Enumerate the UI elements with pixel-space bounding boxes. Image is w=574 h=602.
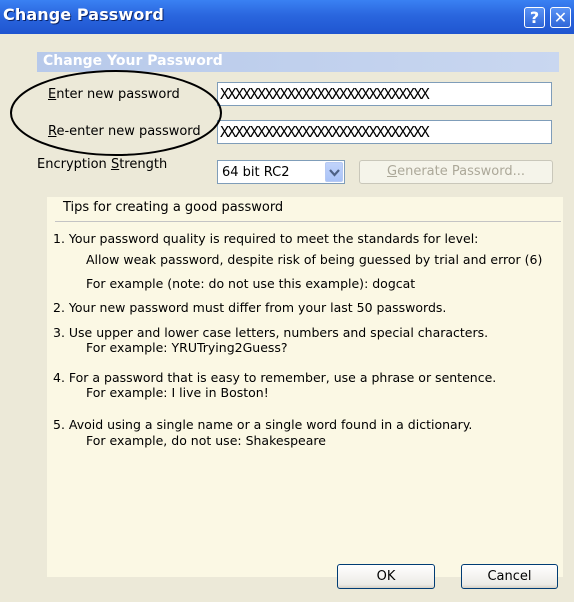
encryption-strength-label: Encryption Strength bbox=[37, 157, 167, 172]
close-button[interactable]: ✕ bbox=[550, 7, 571, 28]
encryption-accel: S bbox=[110, 157, 120, 172]
new-password-label: Enter new password bbox=[48, 87, 180, 102]
encryption-strength-value: 64 bit RC2 bbox=[222, 165, 290, 180]
window-title: Change Password bbox=[3, 5, 164, 24]
change-password-dialog: Change Password ? ✕ Change Your Password… bbox=[0, 0, 574, 602]
reenter-password-value: XXXXXXXXXXXXXXXXXXXXXXXXXXXX bbox=[220, 123, 430, 141]
tip-5-line-2: For example, do not use: Shakespeare bbox=[86, 433, 326, 448]
tip-4-line-1: 4. For a password that is easy to rememb… bbox=[53, 370, 497, 385]
encryption-label-pre: Encryption bbox=[37, 157, 111, 172]
new-password-accel: E bbox=[48, 87, 57, 102]
help-button[interactable]: ? bbox=[524, 7, 545, 28]
reenter-password-label-text: e-enter new password bbox=[56, 124, 201, 139]
chevron-down-icon bbox=[329, 169, 340, 177]
title-bar[interactable]: Change Password ? ✕ bbox=[0, 0, 574, 34]
reenter-password-input[interactable]: XXXXXXXXXXXXXXXXXXXXXXXXXXXX bbox=[217, 120, 552, 144]
tip-2-line-1: 2. Your new password must differ from yo… bbox=[53, 300, 447, 315]
encryption-strength-select[interactable]: 64 bit RC2 bbox=[217, 160, 345, 184]
new-password-input[interactable]: XXXXXXXXXXXXXXXXXXXXXXXXXXXX bbox=[217, 82, 552, 106]
generate-label: enerate Password... bbox=[397, 164, 525, 179]
cancel-button[interactable]: Cancel bbox=[461, 564, 558, 589]
close-icon: ✕ bbox=[553, 8, 568, 27]
generate-password-button[interactable]: Generate Password... bbox=[359, 160, 553, 184]
tips-divider bbox=[55, 221, 561, 222]
generate-accel: G bbox=[387, 164, 398, 179]
group-header-label: Change Your Password bbox=[43, 53, 223, 69]
tip-3-line-2: For example: YRUTrying2Guess? bbox=[86, 340, 288, 355]
reenter-password-label: Re-enter new password bbox=[48, 124, 201, 139]
tips-panel: Tips for creating a good password 1. You… bbox=[47, 197, 563, 577]
tip-1-line-2: Allow weak password, despite risk of bei… bbox=[86, 252, 543, 267]
tip-4-line-2: For example: I live in Boston! bbox=[86, 385, 269, 400]
help-icon: ? bbox=[529, 8, 540, 27]
group-header: Change Your Password bbox=[37, 52, 559, 72]
tip-5-line-1: 5. Avoid using a single name or a single… bbox=[53, 417, 473, 432]
ok-button[interactable]: OK bbox=[337, 564, 435, 589]
tip-1-line-3: For example (note: do not use this examp… bbox=[86, 276, 416, 291]
tip-3-line-1: 3. Use upper and lower case letters, num… bbox=[53, 325, 489, 340]
dropdown-button[interactable] bbox=[325, 162, 343, 182]
encryption-label-text: trength bbox=[119, 157, 168, 172]
new-password-label-text: nter new password bbox=[56, 87, 180, 102]
tips-heading: Tips for creating a good password bbox=[63, 200, 284, 215]
new-password-value: XXXXXXXXXXXXXXXXXXXXXXXXXXXX bbox=[220, 85, 430, 103]
tip-1-line-1: 1. Your password quality is required to … bbox=[53, 231, 479, 246]
